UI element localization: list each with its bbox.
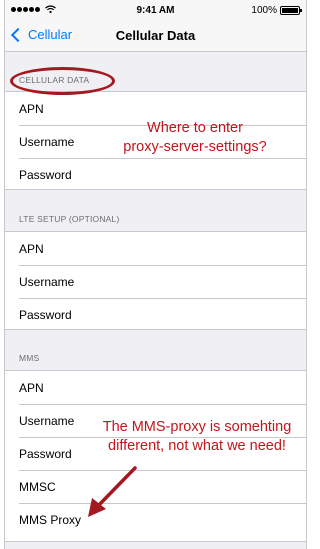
phone-screen: 9:41 AM 100% Cellular Cellular Data CELL… <box>4 0 307 549</box>
annotation-arrow-icon <box>88 466 137 517</box>
